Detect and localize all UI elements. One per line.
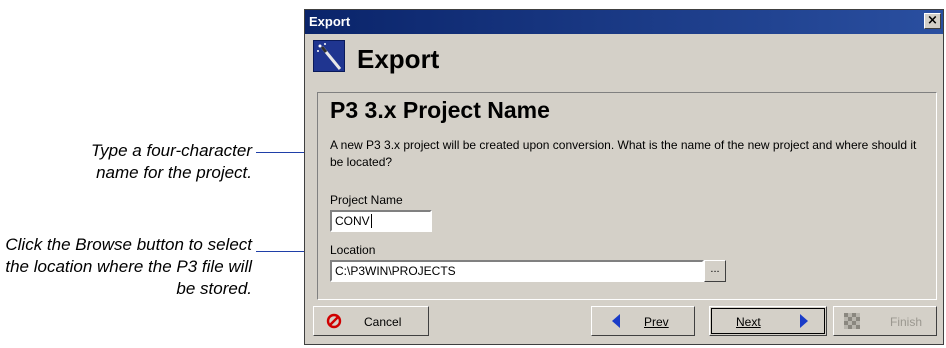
content-panel: P3 3.x Project Name A new P3 3.x project… xyxy=(317,92,937,300)
right-arrow-icon xyxy=(800,314,808,328)
finish-button[interactable]: Finish xyxy=(833,306,937,336)
project-name-value: CONV xyxy=(335,214,370,228)
window-title: Export xyxy=(309,14,351,29)
left-arrow-icon xyxy=(612,314,620,328)
browse-button[interactable]: ... xyxy=(704,260,726,282)
panel-title: P3 3.x Project Name xyxy=(330,97,550,123)
location-input[interactable]: C:\P3WIN\PROJECTS xyxy=(330,260,704,282)
next-button[interactable]: Next xyxy=(709,306,827,336)
project-name-callout: Type a four-character name for the proje… xyxy=(91,141,252,182)
location-value: C:\P3WIN\PROJECTS xyxy=(335,264,456,278)
project-name-label: Project Name xyxy=(330,193,403,207)
panel-description: A new P3 3.x project will be created upo… xyxy=(330,138,917,169)
wand-icon xyxy=(313,40,345,72)
close-icon: × xyxy=(927,13,938,28)
next-label: Next xyxy=(736,315,761,329)
browse-callout: Click the Browse button to select the lo… xyxy=(5,235,252,298)
checkered-flag-icon xyxy=(844,313,860,329)
cancel-icon xyxy=(326,313,342,329)
location-label: Location xyxy=(330,243,376,257)
prev-button[interactable]: Prev xyxy=(591,306,695,336)
finish-label: Finish xyxy=(890,315,923,329)
title-bar[interactable]: Export × xyxy=(305,10,943,34)
project-name-input[interactable]: CONV​ xyxy=(330,210,432,232)
close-button[interactable]: × xyxy=(924,13,941,29)
prev-label: Prev xyxy=(644,315,669,329)
text-cursor: ​ xyxy=(370,214,372,228)
header-title: Export xyxy=(357,44,440,74)
cancel-label: Cancel xyxy=(364,315,402,329)
cancel-button[interactable]: Cancel xyxy=(313,306,429,336)
export-dialog: Export × Export P3 3.x Project Name A ne… xyxy=(304,9,944,345)
